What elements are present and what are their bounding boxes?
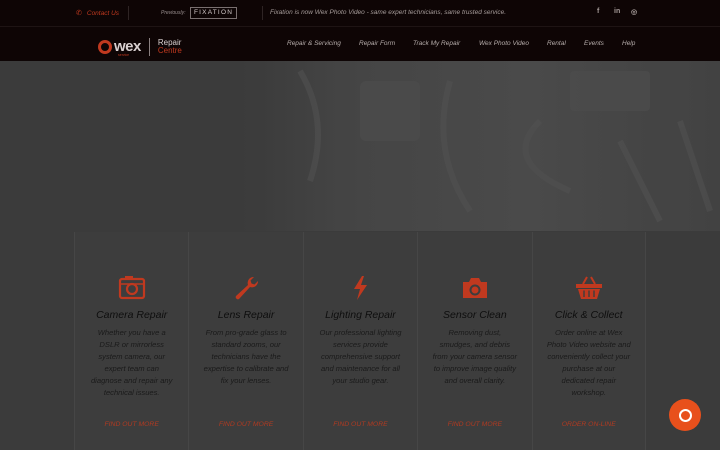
logo-sub: service bbox=[118, 53, 130, 57]
logo-divider bbox=[148, 38, 150, 56]
help-chat-button[interactable] bbox=[669, 399, 701, 431]
wex-logo-ring-icon bbox=[98, 40, 112, 54]
service-card-lighting-repair: Lighting Repair Our professional lightin… bbox=[302, 232, 418, 450]
contact-us-label: Contact Us bbox=[86, 9, 120, 17]
camera-icon bbox=[462, 278, 487, 298]
divider bbox=[128, 6, 129, 20]
service-card-lens-repair: Lens Repair From pro-grade glass to stan… bbox=[188, 232, 303, 450]
logo-line2: Centre bbox=[157, 46, 182, 55]
card-description: Order online at Wex Photo Video website … bbox=[546, 328, 631, 397]
card-title: Lighting Repair bbox=[325, 309, 396, 321]
card-title: Sensor Clean bbox=[443, 309, 507, 321]
linkedin-icon[interactable]: in bbox=[614, 8, 620, 15]
nav-wex-photo-video[interactable]: Wex Photo Video bbox=[479, 40, 529, 47]
find-out-more-link[interactable]: FIND OUT MORE bbox=[418, 421, 531, 428]
rebrand-notice: Fixation is now Wex Photo Video - same e… bbox=[270, 9, 507, 16]
card-title: Click & Collect bbox=[554, 309, 623, 321]
hero-background-image bbox=[240, 61, 720, 231]
nav-rental[interactable]: Rental bbox=[547, 40, 566, 47]
logo-brand: wex bbox=[114, 38, 141, 55]
instagram-icon[interactable]: ◎ bbox=[631, 8, 637, 16]
order-online-link[interactable]: ORDER ON-LINE bbox=[533, 421, 645, 428]
nav-repair-servicing[interactable]: Repair & Servicing bbox=[287, 40, 341, 47]
service-card-sensor-clean: Sensor Clean Removing dust, smudges, and… bbox=[417, 232, 532, 450]
find-out-more-link[interactable]: FIND OUT MORE bbox=[304, 421, 417, 428]
nav-track-my-repair[interactable]: Track My Repair bbox=[413, 40, 460, 47]
service-card-click-collect: Click & Collect Order online at Wex Phot… bbox=[531, 232, 646, 450]
facebook-icon[interactable]: f bbox=[597, 8, 599, 15]
find-out-more-link[interactable]: FIND OUT MORE bbox=[189, 421, 302, 428]
card-title: Camera Repair bbox=[96, 309, 168, 321]
card-description: From pro-grade glass to standard zooms, … bbox=[203, 328, 289, 385]
service-card-camera-repair: Camera Repair Whether you have a DSLR or… bbox=[74, 232, 189, 450]
logo-repair-centre: Repair Centre bbox=[157, 38, 182, 56]
services-cards: Camera Repair Whether you have a DSLR or… bbox=[74, 232, 646, 450]
wrench-icon bbox=[235, 276, 259, 300]
find-out-more-link[interactable]: FIND OUT MORE bbox=[75, 421, 188, 428]
top-bar: ✆ Contact Us Previously: FIXATION Fixati… bbox=[0, 0, 720, 26]
camera-box-icon bbox=[118, 276, 145, 300]
wex-repair-centre-logo[interactable]: wex service Repair Centre bbox=[98, 38, 182, 57]
fixation-logo: FIXATION bbox=[190, 7, 238, 19]
divider bbox=[262, 6, 263, 20]
card-title: Lens Repair bbox=[217, 309, 275, 321]
contact-us-link[interactable]: ✆ Contact Us bbox=[76, 9, 120, 18]
lifebuoy-icon bbox=[678, 408, 692, 422]
nav-repair-form[interactable]: Repair Form bbox=[359, 40, 395, 47]
card-description: Our professional lighting services provi… bbox=[319, 328, 402, 385]
previously-label: Previously: bbox=[161, 10, 186, 16]
card-description: Removing dust, smudges, and debris from … bbox=[432, 328, 518, 385]
basket-icon bbox=[575, 276, 602, 299]
nav-help[interactable]: Help bbox=[622, 40, 635, 47]
phone-icon: ✆ bbox=[76, 10, 82, 17]
main-navigation: wex service Repair Centre Repair & Servi… bbox=[0, 26, 720, 61]
card-description: Whether you have a DSLR or mirrorless sy… bbox=[90, 328, 173, 397]
nav-events[interactable]: Events bbox=[584, 40, 604, 47]
lightning-icon bbox=[354, 276, 368, 300]
